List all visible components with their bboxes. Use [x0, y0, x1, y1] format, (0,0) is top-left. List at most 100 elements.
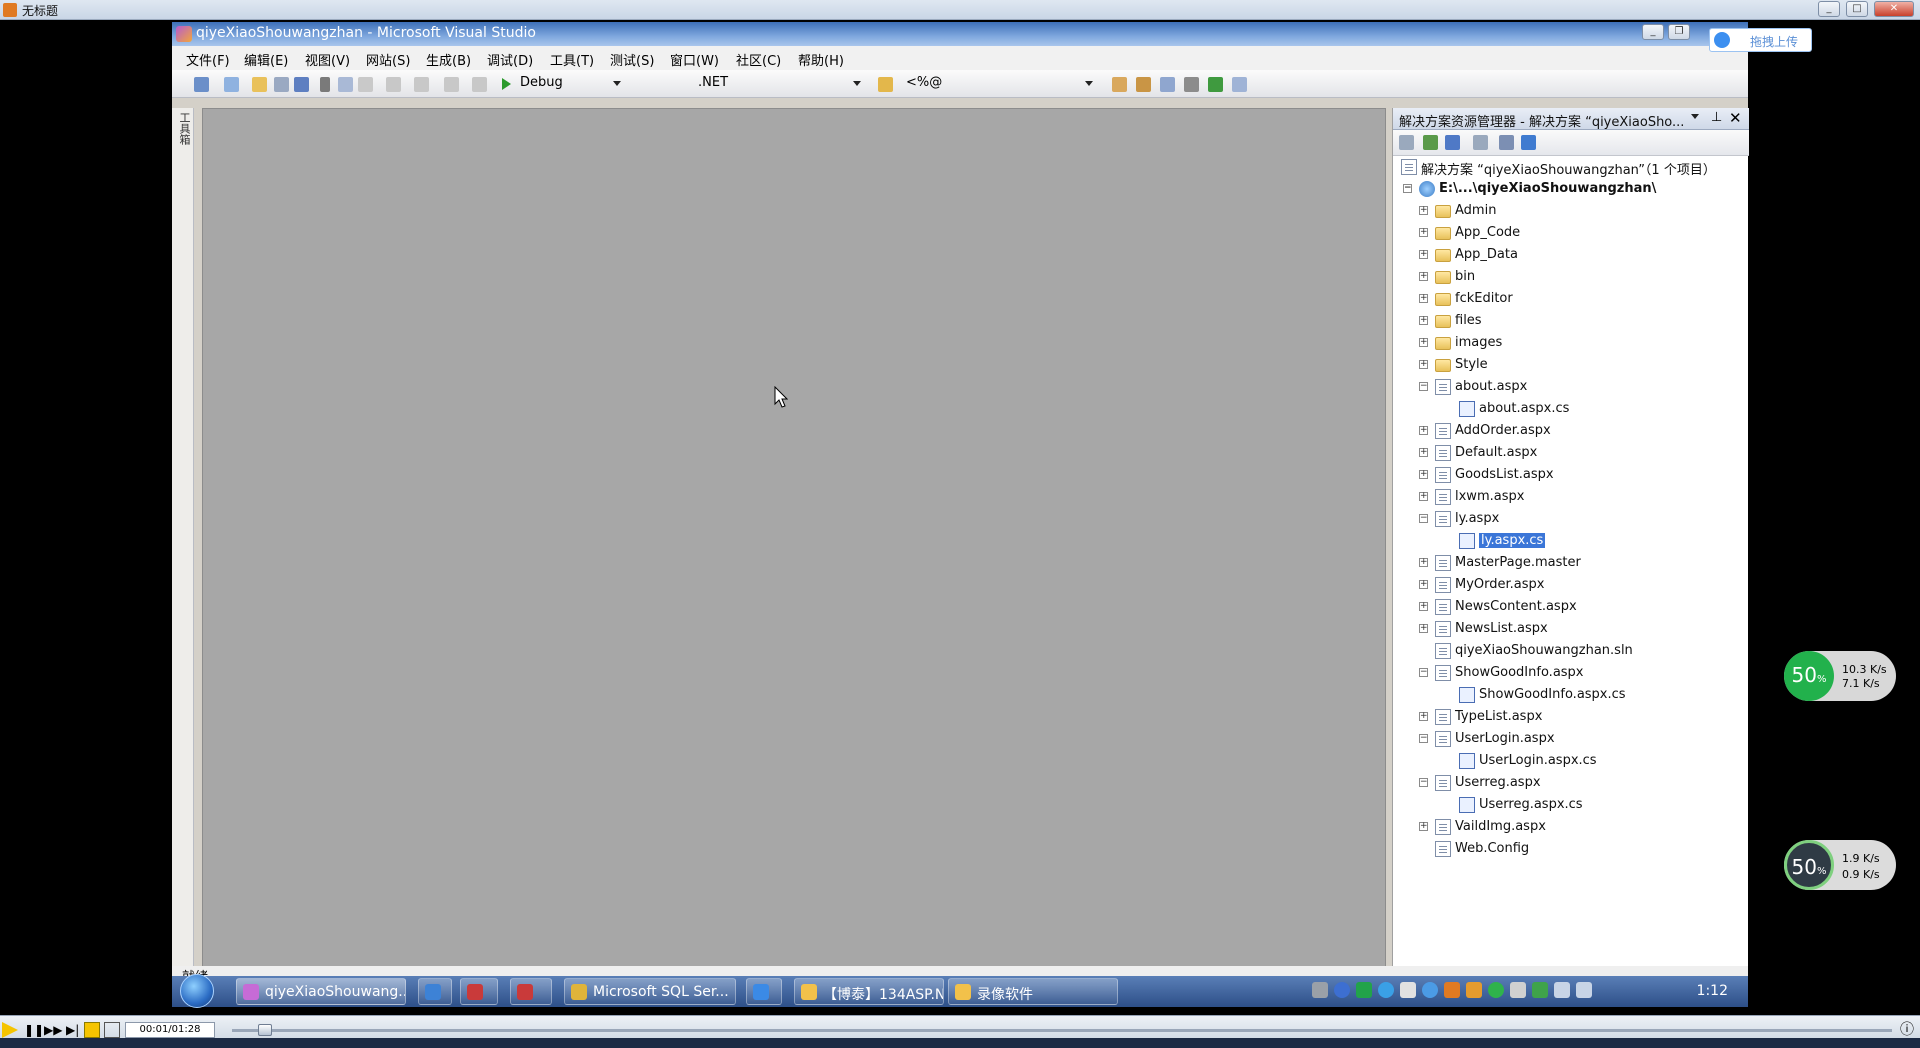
record-settings-icon[interactable] [84, 1022, 100, 1038]
collapse-icon[interactable]: − [1403, 184, 1412, 193]
chevron-down-icon[interactable] [1691, 114, 1699, 119]
app-tray-icon[interactable] [1488, 982, 1504, 998]
expand-icon[interactable]: + [1419, 602, 1428, 611]
fast-forward-icon[interactable]: ▶▶ [44, 1022, 62, 1038]
tree-item[interactable]: + NewsList.aspx [1393, 618, 1749, 640]
paste-icon[interactable] [358, 77, 373, 92]
collapse-icon[interactable]: − [1419, 734, 1428, 743]
tree-item[interactable]: − UserLogin.aspx [1393, 728, 1749, 750]
tree-item[interactable]: + VaildImg.aspx [1393, 816, 1749, 838]
find-combo[interactable]: <%@ [902, 75, 1096, 93]
tree-item[interactable]: − about.aspx [1393, 376, 1749, 398]
collapse-icon[interactable]: − [1419, 382, 1428, 391]
copy-icon[interactable] [338, 77, 353, 92]
view-code-icon[interactable] [1473, 135, 1488, 150]
tree-item[interactable]: + fckEditor [1393, 288, 1749, 310]
menu-website[interactable]: 网站(S) [366, 50, 410, 69]
menu-debug[interactable]: 调试(D) [487, 50, 533, 69]
save-all-icon[interactable] [294, 77, 309, 92]
app-tray-icon[interactable] [1444, 982, 1460, 998]
tree-item[interactable]: + Style [1393, 354, 1749, 376]
project-node[interactable]: − E:\...\qiyeXiaoShouwangzhan\ [1393, 178, 1749, 200]
pause-icon[interactable]: ❚❚ [24, 1022, 44, 1038]
tree-item[interactable]: + files [1393, 310, 1749, 332]
add-item-icon[interactable] [224, 77, 239, 92]
object-browser-icon[interactable] [1160, 77, 1175, 92]
expand-icon[interactable]: + [1419, 470, 1428, 479]
tree-item[interactable]: + App_Data [1393, 244, 1749, 266]
info-icon[interactable]: ⓘ [1900, 1022, 1916, 1038]
tree-item[interactable]: + TypeList.aspx [1393, 706, 1749, 728]
taskbar-button[interactable]: Microsoft SQL Ser... [564, 978, 736, 1005]
expand-icon[interactable]: + [1419, 624, 1428, 633]
security-shield-icon[interactable] [1532, 982, 1548, 998]
play-icon[interactable] [2, 1022, 18, 1038]
tree-item[interactable]: − ShowGoodInfo.aspx [1393, 662, 1749, 684]
start-button[interactable] [180, 974, 214, 1008]
tree-item[interactable]: about.aspx.cs [1393, 398, 1749, 420]
collapse-icon[interactable]: − [1419, 778, 1428, 787]
tree-item[interactable]: + images [1393, 332, 1749, 354]
redo-icon[interactable] [414, 77, 429, 92]
expand-icon[interactable]: + [1419, 448, 1428, 457]
asp-net-config-icon[interactable] [1521, 135, 1536, 150]
taskbar-clock[interactable]: 1:12 [1697, 983, 1728, 999]
tree-item[interactable]: + Admin [1393, 200, 1749, 222]
expand-icon[interactable]: + [1419, 492, 1428, 501]
menu-window[interactable]: 窗口(W) [670, 50, 719, 69]
volume-icon[interactable] [1554, 982, 1570, 998]
tree-item[interactable]: ly.aspx.cs [1393, 530, 1749, 552]
expand-icon[interactable]: + [1419, 228, 1428, 237]
start-debugging-icon[interactable] [502, 78, 511, 90]
nest-related-files-icon[interactable] [1445, 135, 1460, 150]
expand-icon[interactable]: + [1419, 580, 1428, 589]
tree-item[interactable]: + MyOrder.aspx [1393, 574, 1749, 596]
network-icon[interactable] [1576, 982, 1592, 998]
tree-item[interactable]: − Userreg.aspx [1393, 772, 1749, 794]
taskbar-button[interactable]: 录像软件 [948, 978, 1118, 1005]
expand-icon[interactable]: + [1419, 250, 1428, 259]
close-button[interactable]: ✕ [1874, 1, 1914, 17]
app-tray-icon[interactable] [1466, 982, 1482, 998]
tree-item[interactable]: + bin [1393, 266, 1749, 288]
tree-item[interactable]: Userreg.aspx.cs [1393, 794, 1749, 816]
refresh-icon[interactable] [1423, 135, 1438, 150]
menu-community[interactable]: 社区(C) [736, 50, 781, 69]
tree-item[interactable]: + App_Code [1393, 222, 1749, 244]
tree-item[interactable]: qiyeXiaoShouwangzhan.sln [1393, 640, 1749, 662]
expand-icon[interactable]: + [1419, 316, 1428, 325]
step-forward-icon[interactable]: ▶| [66, 1022, 82, 1038]
solution-config-dropdown[interactable]: Debug [516, 75, 624, 93]
network-speed-widget-2[interactable]: 50% 1.9 K/s 0.9 K/s [1784, 840, 1896, 890]
network-tray-icon[interactable] [1378, 982, 1394, 998]
platform-dropdown[interactable]: .NET [694, 75, 864, 93]
new-project-icon[interactable] [194, 77, 209, 92]
navigate-backward-icon[interactable] [444, 77, 459, 92]
copy-website-icon[interactable] [1499, 135, 1514, 150]
expand-icon[interactable]: + [1419, 360, 1428, 369]
expand-icon[interactable]: + [1419, 206, 1428, 215]
taskbar-button[interactable] [418, 978, 452, 1005]
tree-item[interactable]: + AddOrder.aspx [1393, 420, 1749, 442]
tree-item[interactable]: + lxwm.aspx [1393, 486, 1749, 508]
pin-icon[interactable]: ⊥ [1711, 110, 1722, 125]
toolbox-tab[interactable]: 工具箱 [172, 108, 194, 968]
vs-restore-button[interactable]: ❐ [1668, 24, 1690, 40]
tree-item[interactable]: UserLogin.aspx.cs [1393, 750, 1749, 772]
minimize-button[interactable]: _ [1818, 1, 1840, 17]
menu-tools[interactable]: 工具(T) [550, 50, 594, 69]
seek-bar[interactable] [232, 1029, 1892, 1032]
tree-item[interactable]: Web.Config [1393, 838, 1749, 860]
tree-item[interactable]: + MasterPage.master [1393, 552, 1749, 574]
tree-item[interactable]: + NewsContent.aspx [1393, 596, 1749, 618]
menu-file[interactable]: 文件(F) [186, 50, 230, 69]
menu-test[interactable]: 测试(S) [610, 50, 654, 69]
window-layout-icon[interactable] [1232, 77, 1247, 92]
toolbox-icon[interactable] [1184, 77, 1199, 92]
expand-icon[interactable]: + [1419, 558, 1428, 567]
collapse-icon[interactable]: − [1419, 668, 1428, 677]
app-tray-icon[interactable] [1510, 982, 1526, 998]
open-file-icon[interactable] [252, 77, 267, 92]
editor-area[interactable] [202, 108, 1386, 970]
tree-item[interactable]: − ly.aspx [1393, 508, 1749, 530]
